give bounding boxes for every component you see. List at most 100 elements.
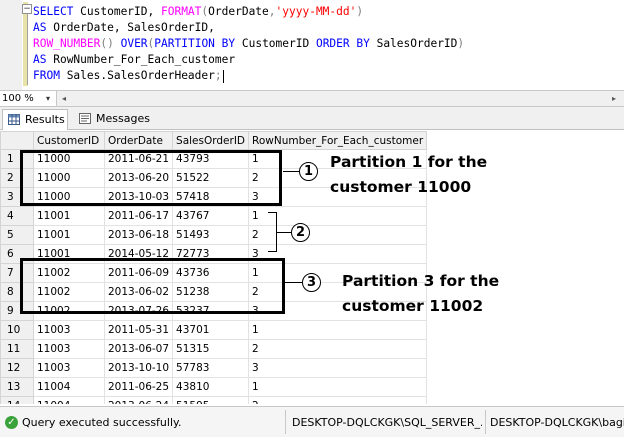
row-number[interactable]: 2: [0, 168, 34, 188]
annotation-badge-1: 1: [299, 162, 318, 181]
cell-salesorderid[interactable]: 43767: [172, 206, 250, 226]
string-literal: 'yyyy-MM-dd': [275, 5, 357, 18]
table-row[interactable]: 5 11001 2013-06-18 51493 2: [0, 225, 428, 245]
cell-customerid[interactable]: 11000: [33, 187, 105, 207]
column-header-rownumber[interactable]: RowNumber_For_Each_customer: [248, 131, 428, 150]
cell-orderdate[interactable]: 2013-06-24: [103, 396, 174, 404]
keyword: AS: [33, 21, 47, 34]
cell-salesorderid[interactable]: 43793: [172, 149, 250, 169]
scroll-right-icon[interactable]: ▸: [612, 94, 616, 103]
cell-rownumber[interactable]: 3: [248, 358, 428, 378]
results-tab-strip: Results Messages: [0, 107, 624, 130]
cell-salesorderid[interactable]: 51522: [172, 168, 250, 188]
cell-salesorderid[interactable]: 43736: [172, 263, 250, 283]
query-editor[interactable]: − SELECT CustomerID, FORMAT(OrderDate,'y…: [0, 0, 624, 90]
row-number[interactable]: 13: [0, 377, 34, 397]
row-number[interactable]: 6: [0, 244, 34, 264]
cell-customerid[interactable]: 11001: [33, 206, 105, 226]
cell-salesorderid[interactable]: 51238: [172, 282, 250, 302]
cell-customerid[interactable]: 11004: [33, 396, 105, 404]
cell-customerid[interactable]: 11004: [33, 377, 105, 397]
cell-customerid[interactable]: 11002: [33, 263, 105, 283]
row-number[interactable]: 14: [0, 396, 34, 404]
punctuation: (): [100, 37, 114, 50]
table-row[interactable]: 13 11004 2011-06-25 43810 1: [0, 377, 428, 397]
cell-salesorderid[interactable]: 43701: [172, 320, 250, 340]
column-header-orderdate[interactable]: OrderDate: [103, 131, 174, 150]
cell-customerid[interactable]: 11001: [33, 225, 105, 245]
column-header-salesorderid[interactable]: SalesOrderID: [172, 131, 250, 150]
cell-rownumber[interactable]: 2: [248, 339, 428, 359]
row-number[interactable]: 11: [0, 339, 34, 359]
cell-orderdate[interactable]: 2011-06-25: [103, 377, 174, 397]
table-row[interactable]: 6 11001 2014-05-12 72773 3: [0, 244, 428, 264]
row-number[interactable]: 4: [0, 206, 34, 226]
success-check-icon: ✓: [5, 416, 18, 429]
row-number[interactable]: 8: [0, 282, 34, 302]
chevron-down-icon[interactable]: ▾: [46, 92, 50, 105]
cell-orderdate[interactable]: 2013-10-10: [103, 358, 174, 378]
tab-results[interactable]: Results: [2, 109, 68, 130]
cell-salesorderid[interactable]: 53237: [172, 301, 250, 321]
table-row[interactable]: 10 11003 2011-05-31 43701 1: [0, 320, 428, 340]
messages-icon: [79, 113, 91, 124]
fold-guide-line: [27, 13, 28, 85]
cell-salesorderid[interactable]: 57783: [172, 358, 250, 378]
cell-customerid[interactable]: 11002: [33, 301, 105, 321]
text-caret: [222, 69, 224, 83]
cell-orderdate[interactable]: 2011-05-31: [103, 320, 174, 340]
table-row[interactable]: 11 11003 2013-06-07 51315 2: [0, 339, 428, 359]
cell-salesorderid[interactable]: 43810: [172, 377, 250, 397]
punctuation: ,: [268, 5, 276, 18]
grid-corner[interactable]: [0, 131, 34, 150]
cell-orderdate[interactable]: 2013-06-02: [103, 282, 174, 302]
table-row[interactable]: 14110042013-06-24515952: [0, 396, 428, 404]
cell-orderdate[interactable]: 2011-06-09: [103, 263, 174, 283]
cell-customerid[interactable]: 11000: [33, 149, 105, 169]
cell-orderdate[interactable]: 2011-06-21: [103, 149, 174, 169]
pointer-line-1: [283, 171, 299, 172]
cell-orderdate[interactable]: 2014-05-12: [103, 244, 174, 264]
row-number[interactable]: 12: [0, 358, 34, 378]
code-text: CustomerID: [235, 37, 316, 50]
cell-salesorderid[interactable]: 57418: [172, 187, 250, 207]
cell-orderdate[interactable]: 2013-06-20: [103, 168, 174, 188]
cell-salesorderid[interactable]: 51315: [172, 339, 250, 359]
cell-orderdate[interactable]: 2011-06-17: [103, 206, 174, 226]
tab-messages[interactable]: Messages: [74, 109, 150, 128]
table-row[interactable]: 4 11001 2011-06-17 43767 1: [0, 206, 428, 226]
cell-rownumber[interactable]: 2: [248, 396, 428, 404]
cell-salesorderid[interactable]: 51595: [172, 396, 250, 404]
row-number[interactable]: 7: [0, 263, 34, 283]
table-row[interactable]: 12 11003 2013-10-10 57783 3: [0, 358, 428, 378]
cell-orderdate[interactable]: 2013-07-26: [103, 301, 174, 321]
cell-customerid[interactable]: 11003: [33, 358, 105, 378]
results-grid[interactable]: CustomerID OrderDate SalesOrderID RowNum…: [0, 131, 624, 404]
cell-customerid[interactable]: 11000: [33, 168, 105, 188]
code-line-5: FROM Sales.SalesOrderHeader;: [33, 68, 224, 84]
row-number[interactable]: 3: [0, 187, 34, 207]
row-number[interactable]: 9: [0, 301, 34, 321]
cell-customerid[interactable]: 11002: [33, 282, 105, 302]
zoom-select[interactable]: 100 % ▾: [0, 91, 57, 106]
cell-customerid[interactable]: 11003: [33, 339, 105, 359]
cell-salesorderid[interactable]: 72773: [172, 244, 250, 264]
code-text: OrderDate, SalesOrderID,: [46, 21, 215, 34]
cell-orderdate[interactable]: 2013-06-18: [103, 225, 174, 245]
cell-orderdate[interactable]: 2013-10-03: [103, 187, 174, 207]
cell-orderdate[interactable]: 2013-06-07: [103, 339, 174, 359]
column-header-customerid[interactable]: CustomerID: [33, 131, 105, 150]
editor-zoom-bar: 100 % ▾ ◂ ▸: [0, 90, 624, 107]
collapse-icon[interactable]: −: [22, 4, 32, 14]
row-number[interactable]: 5: [0, 225, 34, 245]
scroll-left-icon[interactable]: ◂: [62, 94, 66, 103]
code-text: CustomerID,: [73, 5, 161, 18]
row-number[interactable]: 1: [0, 149, 34, 169]
cell-rownumber[interactable]: 1: [248, 377, 428, 397]
annotation-3-line-2: customer 11002: [342, 297, 484, 315]
cell-rownumber[interactable]: 1: [248, 320, 428, 340]
row-number[interactable]: 10: [0, 320, 34, 340]
cell-customerid[interactable]: 11001: [33, 244, 105, 264]
cell-salesorderid[interactable]: 51493: [172, 225, 250, 245]
cell-customerid[interactable]: 11003: [33, 320, 105, 340]
